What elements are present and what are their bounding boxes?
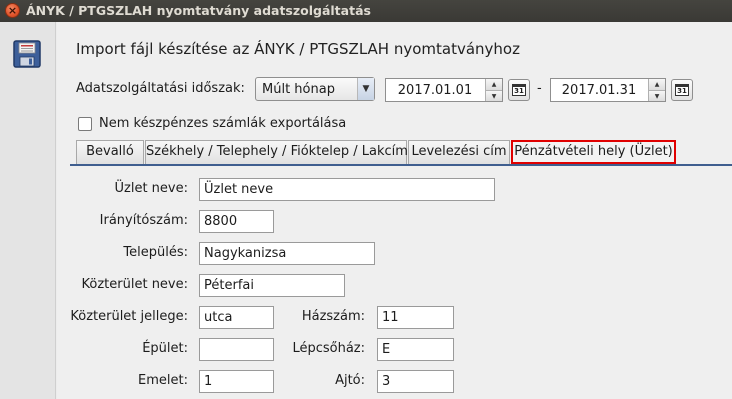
date-to-calendar-button[interactable]: 31 (671, 79, 693, 101)
building-label: Épület: (142, 341, 188, 356)
street-name-input[interactable]: Péterfai (199, 274, 345, 297)
floor-label: Emelet: (138, 373, 188, 388)
title-bar: × ÁNYK / PTGSZLAH nyomtatvány adatszolgá… (0, 0, 732, 22)
decrement-icon[interactable]: ▼ (486, 90, 502, 101)
window-title: ÁNYK / PTGSZLAH nyomtatvány adatszolgált… (26, 3, 371, 18)
save-icon[interactable] (13, 40, 41, 68)
street-type-input[interactable]: utca (199, 306, 274, 329)
close-button[interactable]: × (5, 3, 20, 18)
calendar-icon: 31 (512, 84, 526, 96)
date-from-calendar-button[interactable]: 31 (508, 79, 530, 101)
staircase-label: Lépcsőház: (292, 341, 365, 356)
tab-underline (70, 164, 732, 166)
door-input[interactable]: 3 (377, 370, 454, 393)
left-toolbar (0, 22, 56, 399)
house-number-input[interactable]: 11 (377, 306, 454, 329)
shop-name-label: Üzlet neve: (114, 181, 189, 196)
main-panel: Import fájl készítése az ÁNYK / PTGSZLAH… (57, 22, 732, 399)
date-from-value[interactable]: 2017.01.01 (386, 83, 484, 98)
tab-szekhely[interactable]: Székhely / Telephely / Fióktelep / Lakcí… (145, 140, 408, 164)
date-to-stepper: ▲ ▼ (648, 79, 665, 101)
date-from-spinner[interactable]: 2017.01.01 ▲ ▼ (385, 78, 503, 102)
export-noncash-checkbox[interactable] (78, 117, 92, 131)
tab-levelezesi-cim[interactable]: Levelezési cím (408, 140, 510, 164)
zip-input[interactable]: 8800 (199, 210, 274, 233)
export-noncash-label[interactable]: Nem készpénzes számlák exportálása (99, 116, 346, 131)
zip-label: Irányítószám: (99, 213, 188, 228)
house-number-label: Házszám: (301, 309, 365, 324)
staircase-input[interactable]: E (377, 338, 454, 361)
shop-name-input[interactable]: Üzlet neve (199, 178, 495, 201)
street-type-label: Közterület jellege: (70, 309, 188, 324)
period-label: Adatszolgáltatási időszak: (76, 81, 245, 96)
date-separator: - (537, 81, 542, 96)
floor-input[interactable]: 1 (199, 370, 274, 393)
date-to-value[interactable]: 2017.01.31 (551, 83, 647, 98)
door-label: Ajtó: (335, 373, 365, 388)
increment-icon[interactable]: ▲ (486, 79, 502, 90)
calendar-icon: 31 (675, 84, 689, 96)
city-input[interactable]: Nagykanizsa (199, 242, 375, 265)
period-preset-value: Múlt hónap (262, 82, 335, 97)
street-name-label: Közterület neve: (81, 277, 188, 292)
city-label: Település: (123, 245, 188, 260)
page-title: Import fájl készítése az ÁNYK / PTGSZLAH… (76, 40, 520, 58)
decrement-icon[interactable]: ▼ (649, 90, 665, 101)
chevron-down-icon[interactable]: ▼ (357, 78, 374, 100)
period-preset-select[interactable]: Múlt hónap ▼ (255, 77, 375, 101)
date-to-spinner[interactable]: 2017.01.31 ▲ ▼ (550, 78, 666, 102)
tab-penzatveteli-hely[interactable]: Pénzátvételi hely (Üzlet) (511, 140, 676, 164)
building-input[interactable] (199, 338, 274, 361)
close-icon: × (7, 4, 18, 17)
tab-bevallo[interactable]: Bevalló (76, 140, 144, 164)
date-from-stepper: ▲ ▼ (485, 79, 502, 101)
increment-icon[interactable]: ▲ (649, 79, 665, 90)
